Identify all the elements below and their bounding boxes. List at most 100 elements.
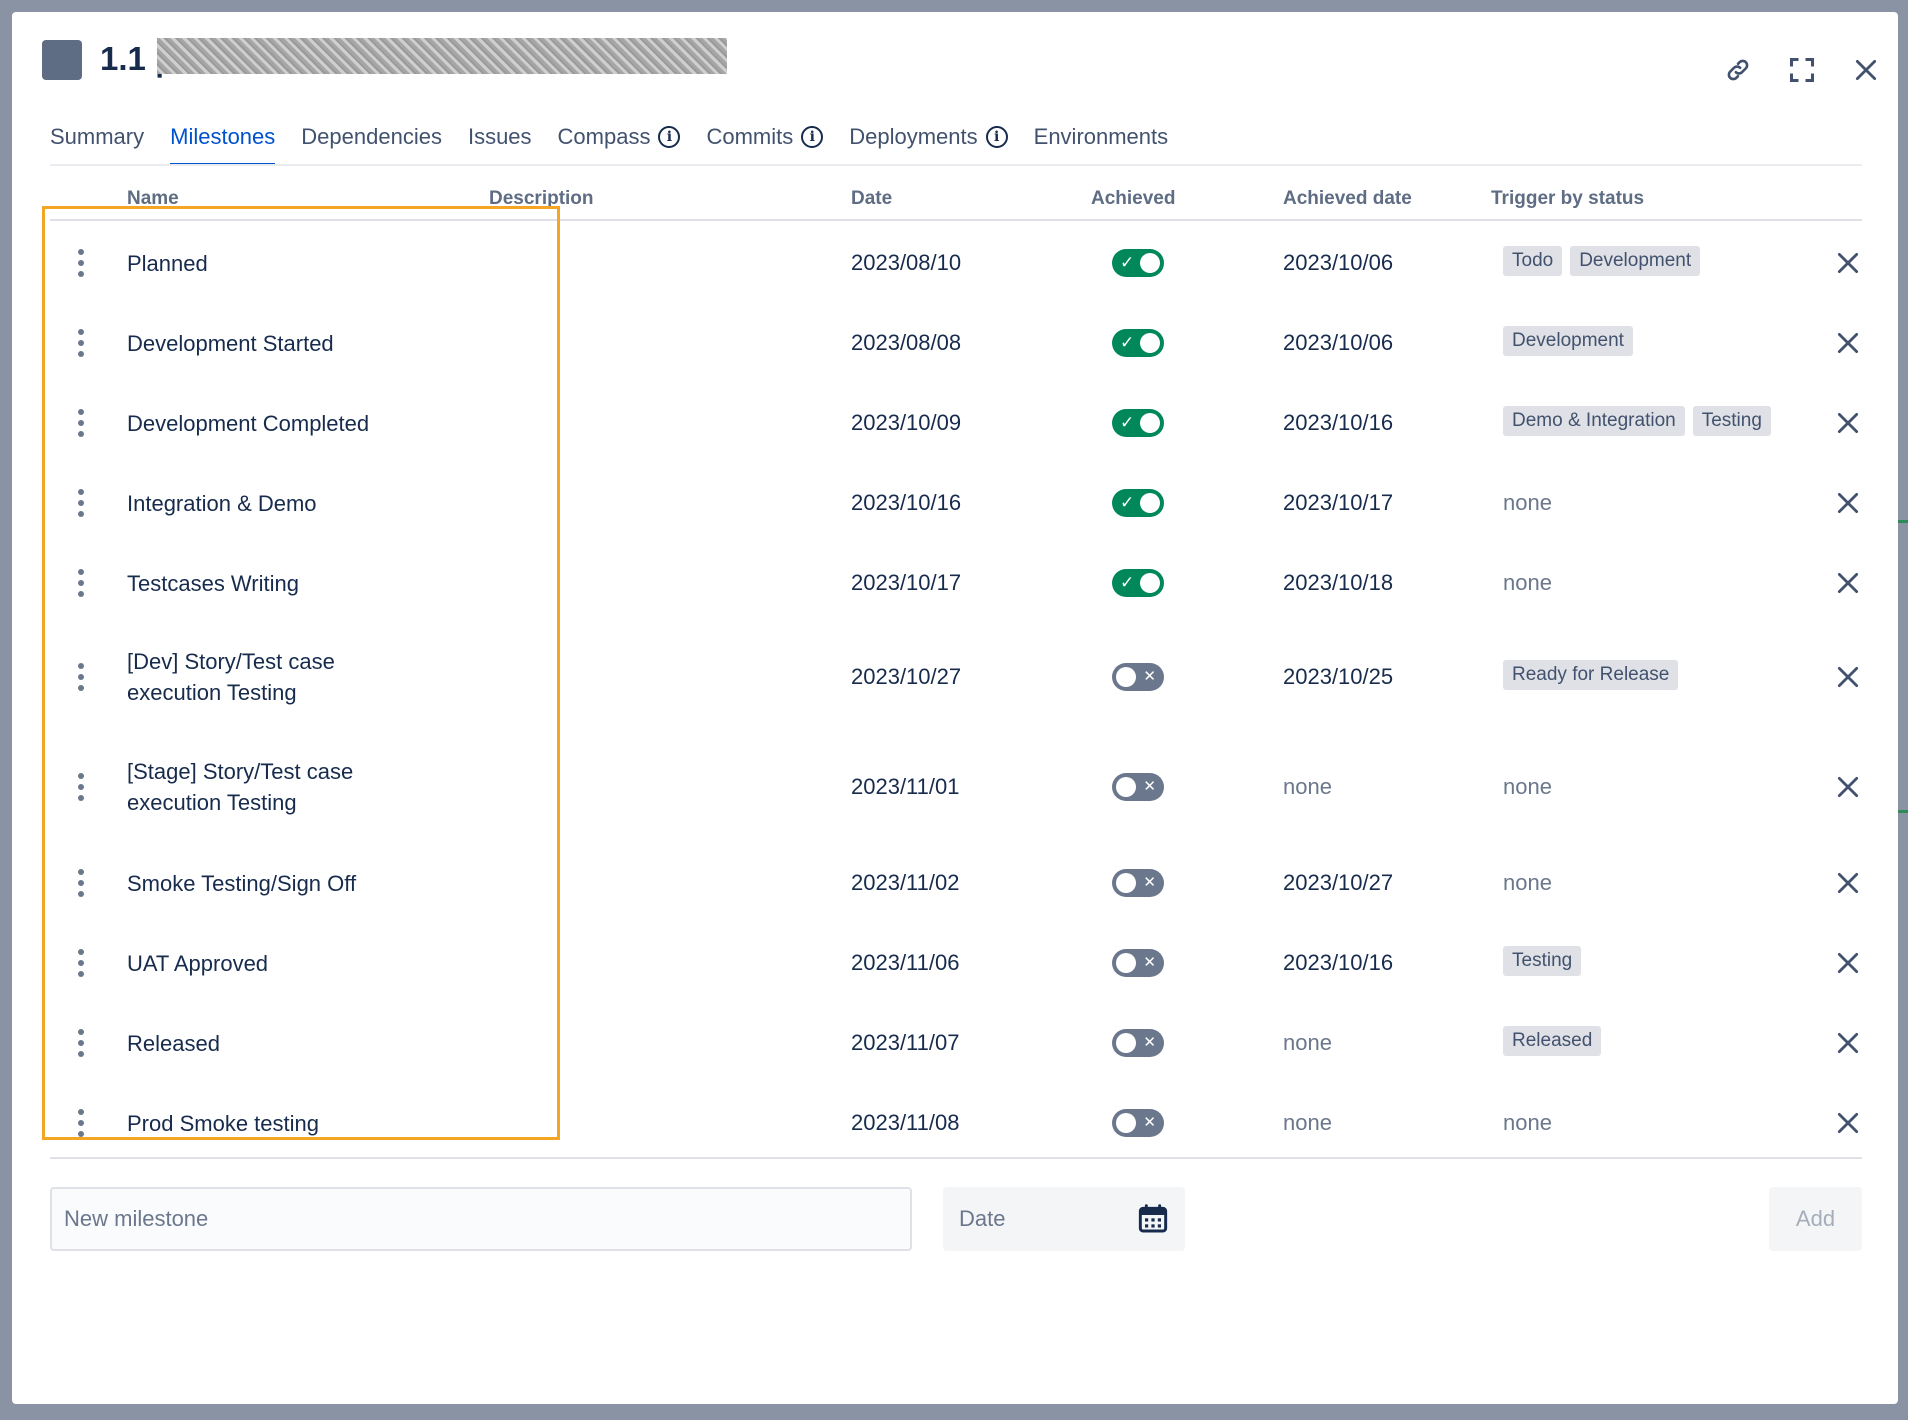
tab-deployments[interactable]: Deployments i bbox=[849, 112, 1008, 166]
achieved-date: 2023/10/16 bbox=[1283, 410, 1394, 435]
delete-milestone-button[interactable] bbox=[1832, 487, 1864, 519]
delete-milestone-button[interactable] bbox=[1832, 771, 1864, 803]
achieved-toggle[interactable]: ✓ bbox=[1112, 489, 1164, 517]
delete-icon bbox=[1837, 332, 1859, 354]
date-picker[interactable]: Date bbox=[943, 1187, 1185, 1251]
table-row: Prod Smoke testing 2023/11/08 ✕ none none bbox=[12, 1092, 1898, 1154]
achieved-toggle[interactable]: ✕ bbox=[1112, 773, 1164, 801]
info-icon[interactable]: i bbox=[658, 126, 681, 148]
delete-milestone-button[interactable] bbox=[1832, 247, 1864, 279]
achieved-date: 2023/10/06 bbox=[1283, 330, 1394, 355]
tab-commits[interactable]: Commits i bbox=[706, 112, 824, 166]
info-icon[interactable]: i bbox=[801, 126, 824, 148]
drag-handle-icon[interactable] bbox=[68, 232, 94, 294]
achieved-toggle[interactable]: ✓ bbox=[1112, 569, 1164, 597]
milestone-name[interactable]: [Stage] Story/Test case execution Testin… bbox=[127, 742, 427, 832]
achieved-toggle[interactable]: ✓ bbox=[1112, 329, 1164, 357]
close-dialog-button[interactable] bbox=[1848, 52, 1884, 88]
milestone-name[interactable]: [Dev] Story/Test case execution Testing bbox=[127, 632, 427, 722]
drag-handle-icon[interactable] bbox=[68, 1092, 94, 1154]
delete-icon bbox=[1837, 872, 1859, 894]
header-achieved[interactable]: Achieved bbox=[1091, 188, 1175, 210]
achieved-date: 2023/10/18 bbox=[1283, 570, 1394, 595]
achieved-date: 2023/10/16 bbox=[1283, 950, 1394, 975]
achieved-toggle[interactable]: ✕ bbox=[1112, 869, 1164, 897]
milestone-name[interactable]: Smoke Testing/Sign Off bbox=[127, 852, 427, 914]
info-icon[interactable]: i bbox=[985, 126, 1008, 148]
achieved-toggle[interactable]: ✕ bbox=[1112, 949, 1164, 977]
trigger-status-tags: Development bbox=[1503, 326, 1633, 356]
expand-button[interactable] bbox=[1784, 52, 1820, 88]
milestone-name[interactable]: Development Started bbox=[127, 312, 427, 374]
tab-label: Commits bbox=[706, 124, 794, 149]
milestone-name[interactable]: Testcases Writing bbox=[127, 552, 427, 614]
milestone-name[interactable]: UAT Approved bbox=[127, 932, 427, 994]
milestone-name[interactable]: Development Completed bbox=[127, 392, 427, 454]
status-tag: Development bbox=[1570, 246, 1701, 276]
table-row: Released 2023/11/07 ✕ none Released bbox=[12, 1012, 1898, 1074]
milestone-date: 2023/08/08 bbox=[851, 330, 962, 355]
drag-handle-icon[interactable] bbox=[68, 932, 94, 994]
achieved-toggle[interactable]: ✓ bbox=[1112, 409, 1164, 437]
table-row: Integration & Demo 2023/10/16 ✓ 2023/10/17 n… bbox=[12, 472, 1898, 534]
trigger-status-tags: Released bbox=[1503, 1026, 1602, 1056]
table-row: [Stage] Story/Test case execution Testin… bbox=[12, 742, 1898, 832]
delete-milestone-button[interactable] bbox=[1832, 661, 1864, 693]
table-row: UAT Approved 2023/11/06 ✕ 2023/10/16 Testing bbox=[12, 932, 1898, 994]
new-milestone-input[interactable] bbox=[50, 1187, 912, 1251]
milestone-date: 2023/10/16 bbox=[851, 490, 962, 515]
achieved-toggle[interactable]: ✕ bbox=[1112, 1029, 1164, 1057]
drag-handle-icon[interactable] bbox=[68, 632, 94, 722]
backdrop-accent-line bbox=[1898, 520, 1908, 523]
toggle-knob bbox=[1116, 1113, 1136, 1133]
project-icon bbox=[42, 40, 82, 80]
delete-milestone-button[interactable] bbox=[1832, 947, 1864, 979]
tab-summary[interactable]: Summary bbox=[50, 112, 144, 166]
header-trigger-by-status[interactable]: Trigger by status bbox=[1491, 188, 1644, 210]
header-name[interactable]: Name bbox=[127, 188, 179, 210]
delete-icon bbox=[1837, 492, 1859, 514]
delete-milestone-button[interactable] bbox=[1832, 1107, 1864, 1139]
drag-handle-icon[interactable] bbox=[68, 312, 94, 374]
header-description[interactable]: Description bbox=[489, 188, 594, 210]
drag-handle-icon[interactable] bbox=[68, 472, 94, 534]
delete-milestone-button[interactable] bbox=[1832, 407, 1864, 439]
milestone-name[interactable]: Integration & Demo bbox=[127, 472, 427, 534]
header-date[interactable]: Date bbox=[851, 188, 892, 210]
achieved-toggle[interactable]: ✕ bbox=[1112, 1109, 1164, 1137]
check-icon: ✓ bbox=[1120, 493, 1135, 512]
tab-milestones[interactable]: Milestones bbox=[170, 112, 276, 166]
milestone-name[interactable]: Released bbox=[127, 1012, 427, 1074]
drag-handle-icon[interactable] bbox=[68, 742, 94, 832]
drag-handle-icon[interactable] bbox=[68, 392, 94, 454]
cross-icon: ✕ bbox=[1143, 1034, 1156, 1051]
milestone-name[interactable]: Planned bbox=[127, 232, 427, 294]
achieved-toggle[interactable]: ✕ bbox=[1112, 663, 1164, 691]
tab-label: Compass bbox=[557, 124, 651, 149]
header-divider bbox=[50, 219, 1862, 221]
toggle-knob bbox=[1140, 573, 1160, 593]
drag-handle-icon[interactable] bbox=[68, 1012, 94, 1074]
delete-milestone-button[interactable] bbox=[1832, 327, 1864, 359]
trigger-none: none bbox=[1503, 774, 1552, 799]
drag-handle-icon[interactable] bbox=[68, 852, 94, 914]
toggle-knob bbox=[1116, 667, 1136, 687]
toggle-knob bbox=[1140, 253, 1160, 273]
trigger-none: none bbox=[1503, 1110, 1552, 1135]
tab-environments[interactable]: Environments bbox=[1034, 112, 1169, 166]
add-milestone-button[interactable]: Add bbox=[1769, 1187, 1862, 1251]
delete-milestone-button[interactable] bbox=[1832, 1027, 1864, 1059]
delete-milestone-button[interactable] bbox=[1832, 867, 1864, 899]
header-achieved-date[interactable]: Achieved date bbox=[1283, 188, 1412, 210]
achieved-toggle[interactable]: ✓ bbox=[1112, 249, 1164, 277]
status-tag: Released bbox=[1503, 1026, 1602, 1056]
tab-compass[interactable]: Compass i bbox=[558, 112, 681, 166]
delete-milestone-button[interactable] bbox=[1832, 567, 1864, 599]
copy-link-button[interactable] bbox=[1720, 52, 1756, 88]
backdrop-accent-line bbox=[1898, 810, 1908, 813]
tab-dependencies[interactable]: Dependencies bbox=[301, 112, 442, 166]
milestone-name[interactable]: Prod Smoke testing bbox=[127, 1092, 427, 1154]
delete-icon bbox=[1837, 412, 1859, 434]
drag-handle-icon[interactable] bbox=[68, 552, 94, 614]
tab-issues[interactable]: Issues bbox=[468, 112, 532, 166]
